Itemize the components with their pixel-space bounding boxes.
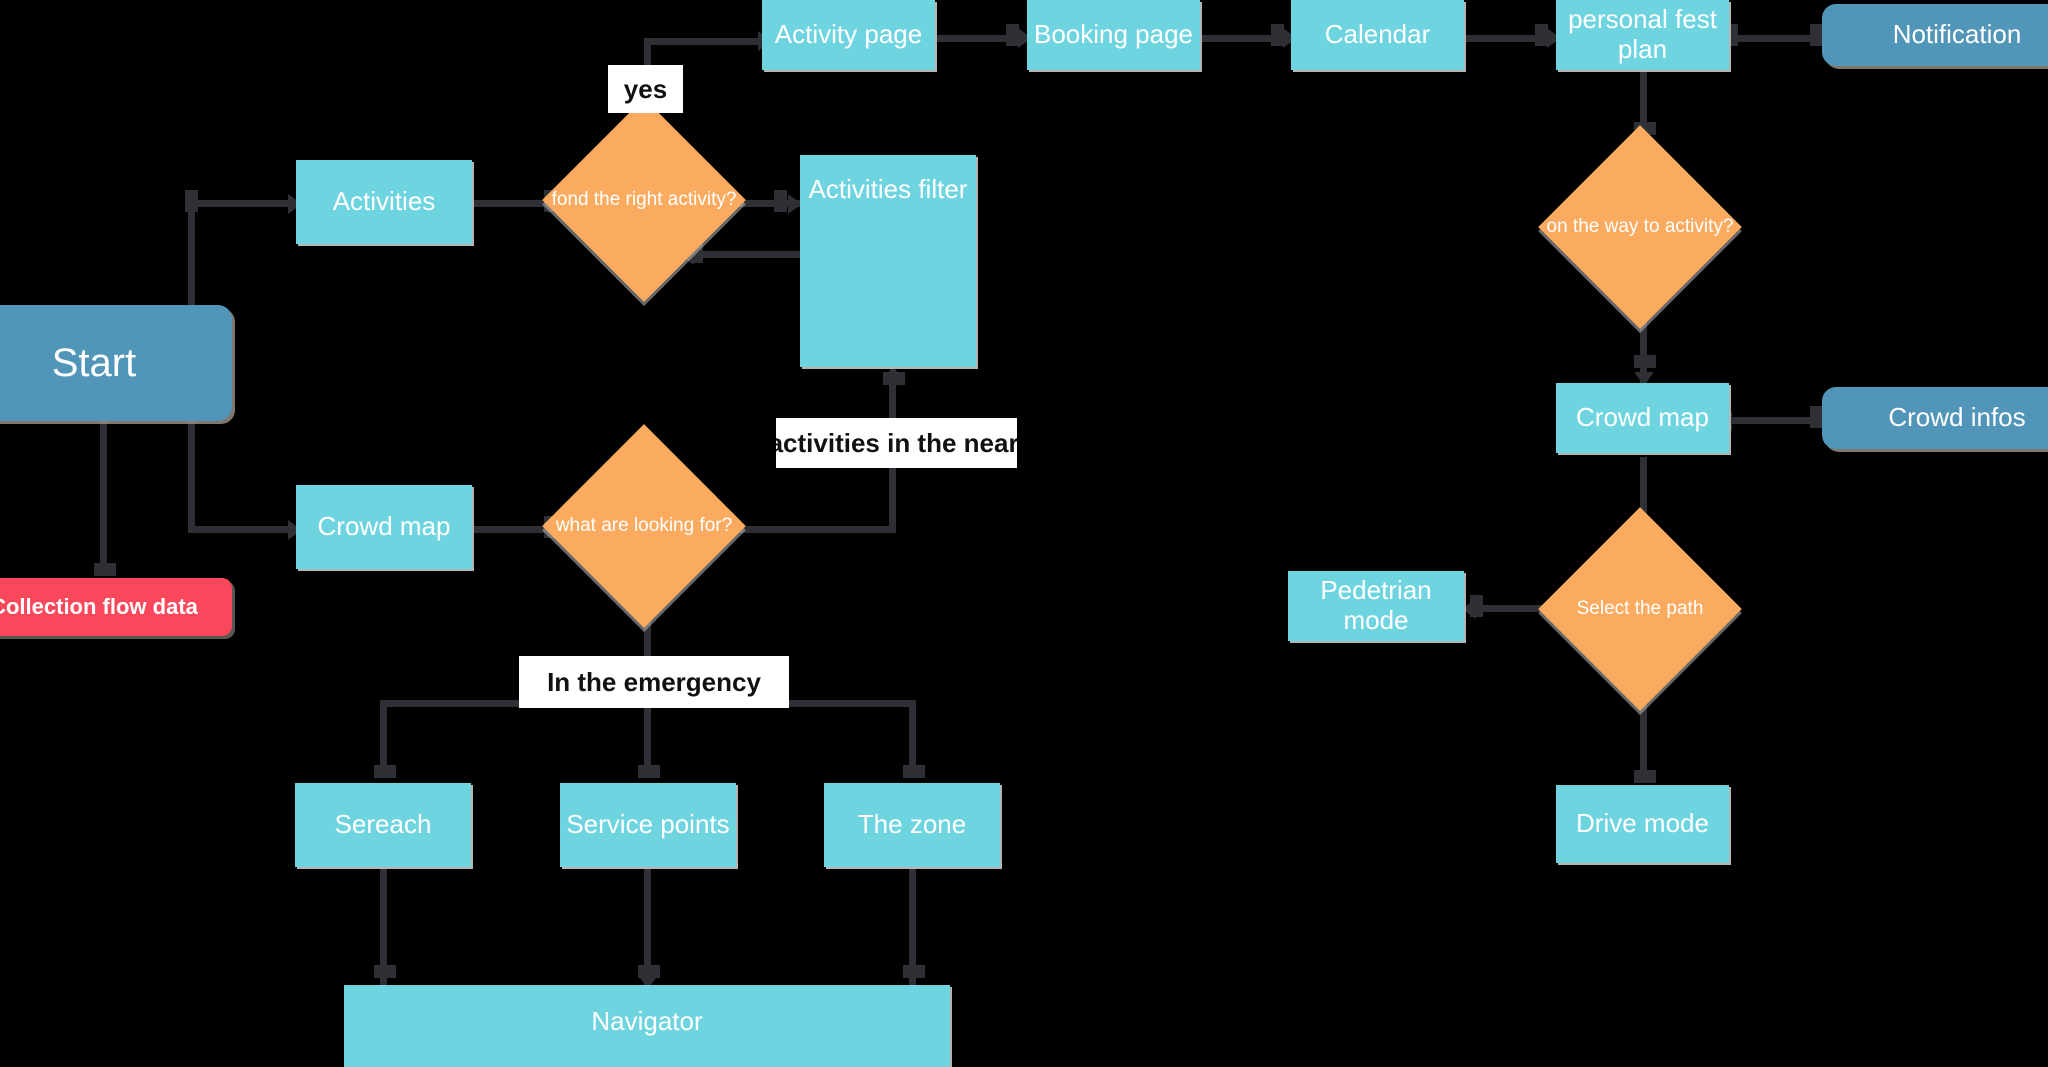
edge-label-find-activities-near: find activities in the near area	[776, 418, 1017, 468]
flowchart-canvas: Start Collection flow data Activities Cr…	[0, 0, 2048, 1067]
edge-label-yes-text: yes	[623, 73, 668, 104]
connector-cap-filter	[774, 190, 787, 212]
node-collection-flow-data-label: Collection flow data	[0, 594, 198, 620]
edge-start-to-activities-vertical	[188, 200, 195, 312]
connector-cap-thezone	[903, 765, 925, 778]
connector-cap-filter-bottom	[883, 372, 905, 385]
decision-found-right-activity[interactable]: fond the right activity?	[542, 98, 746, 302]
node-crowd-map-right-label: Crowd map	[1576, 402, 1709, 433]
node-booking-page-label: Booking page	[1033, 19, 1194, 50]
edge-label-yes: yes	[608, 65, 683, 113]
node-service-points[interactable]: Service points	[560, 783, 736, 867]
connector-cap-navigator-1	[374, 965, 396, 978]
decision-on-the-way-to-activity-shape	[1538, 125, 1742, 329]
node-crowd-infos[interactable]: Crowd infos	[1822, 387, 2048, 449]
connector-cap-sereach	[374, 765, 396, 778]
node-activities-filter-label: Activities filter	[808, 174, 968, 204]
edge-start-to-activities-horizontal	[188, 200, 292, 207]
node-personal-fest-plan-label: personal fest plan	[1568, 4, 1717, 64]
node-crowd-map-left-label: Crowd map	[317, 511, 451, 542]
edge-personalplan-to-notification	[1728, 35, 1822, 42]
edge-start-to-collection-vertical	[100, 412, 107, 572]
edge-label-in-the-emergency-text: In the emergency	[547, 666, 761, 697]
node-calendar-label: Calendar	[1324, 19, 1431, 50]
node-personal-fest-plan[interactable]: personal fest plan	[1556, 0, 1729, 70]
node-crowd-map-left[interactable]: Crowd map	[296, 485, 472, 569]
node-notification[interactable]: Notification	[1822, 4, 2048, 66]
edge-decision-yes-horizontal	[644, 38, 766, 45]
connector-cap-navigator-3	[903, 965, 925, 978]
decision-what-are-looking-for-shape	[542, 424, 746, 628]
decision-on-the-way-to-activity[interactable]: on the way to activity?	[1538, 125, 1742, 329]
decision-select-the-path-shape	[1538, 507, 1742, 711]
edge-crowdmap-to-crowdinfos	[1728, 417, 1822, 424]
decision-found-right-activity-shape	[542, 98, 746, 302]
connector-cap-calendar	[1271, 24, 1284, 46]
node-activity-page[interactable]: Activity page	[762, 0, 935, 70]
node-activity-page-label: Activity page	[774, 19, 923, 50]
node-crowd-map-right[interactable]: Crowd map	[1556, 383, 1729, 453]
node-the-zone[interactable]: The zone	[824, 783, 1000, 867]
node-pedetrian-mode[interactable]: Pedetrian mode	[1288, 571, 1464, 641]
node-notification-label: Notification	[1892, 19, 2022, 50]
edge-label-in-the-emergency: In the emergency	[519, 656, 789, 708]
node-activities[interactable]: Activities	[296, 160, 472, 244]
node-collection-flow-data[interactable]: Collection flow data	[0, 578, 232, 636]
node-sereach[interactable]: Sereach	[295, 783, 471, 867]
node-service-points-label: Service points	[566, 809, 730, 840]
edge-label-find-activities-near-text: find activities in the near area	[776, 427, 1017, 458]
decision-select-the-path[interactable]: Select the path	[1538, 507, 1742, 711]
node-drive-mode-label: Drive mode	[1576, 808, 1709, 839]
connector-cap-drivemode	[1634, 770, 1656, 783]
connector-cap-servicepoints	[638, 765, 660, 778]
edge-start-to-crowdmap-horizontal	[188, 526, 292, 533]
node-navigator[interactable]: Navigator	[344, 985, 950, 1067]
node-sereach-label: Sereach	[334, 809, 432, 840]
connector-cap-pedestrian	[1470, 595, 1483, 617]
connector-cap-crowdmap-right	[1634, 355, 1656, 368]
node-activities-filter[interactable]: Activities filter	[800, 155, 976, 367]
connector-cap-activities	[185, 190, 198, 212]
node-start-label: Start	[51, 341, 137, 385]
node-calendar[interactable]: Calendar	[1291, 0, 1464, 70]
node-start[interactable]: Start	[0, 305, 232, 421]
connector-cap-collection	[94, 563, 116, 576]
node-drive-mode[interactable]: Drive mode	[1556, 785, 1729, 863]
node-pedetrian-mode-label: Pedetrian mode	[1320, 575, 1432, 635]
connector-cap-booking	[1006, 24, 1019, 46]
decision-what-are-looking-for[interactable]: what are looking for?	[542, 424, 746, 628]
node-navigator-label: Navigator	[591, 1006, 703, 1036]
node-crowd-infos-label: Crowd infos	[1888, 402, 2026, 433]
edge-start-to-crowdmap-vertical	[188, 408, 195, 529]
node-the-zone-label: The zone	[857, 809, 967, 840]
node-activities-label: Activities	[332, 186, 436, 217]
node-booking-page[interactable]: Booking page	[1027, 0, 1200, 70]
connector-cap-personal-plan	[1535, 24, 1548, 46]
